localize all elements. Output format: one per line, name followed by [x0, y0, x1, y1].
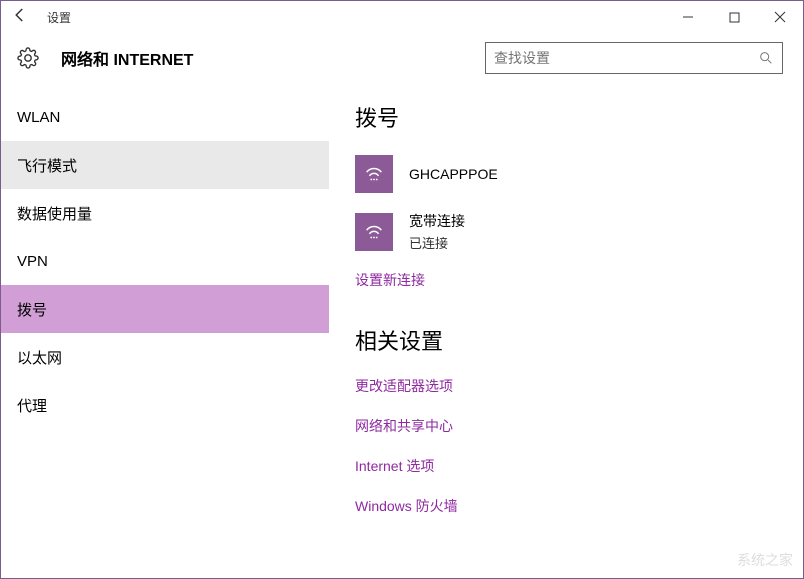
gear-icon — [17, 47, 39, 69]
sidebar: WLAN 飞行模式 数据使用量 VPN 拨号 以太网 代理 — [1, 83, 329, 578]
sidebar-item-label: 飞行模式 — [17, 155, 77, 176]
window-controls — [665, 1, 803, 33]
connection-text: 宽带连接 已连接 — [409, 211, 465, 252]
section-heading-related: 相关设置 — [355, 324, 783, 356]
connection-item[interactable]: GHCAPPPOE — [355, 155, 783, 193]
main-panel: 拨号 GHCAPPPOE 宽带连接 已连接 设置新连接 相关设置 — [329, 83, 803, 578]
back-button[interactable] — [11, 6, 41, 29]
sidebar-item-datausage[interactable]: 数据使用量 — [1, 189, 329, 237]
close-icon — [774, 11, 786, 23]
related-link-internet-options[interactable]: Internet 选项 — [355, 456, 783, 476]
connection-name: 宽带连接 — [409, 211, 465, 231]
maximize-icon — [729, 12, 740, 23]
arrow-left-icon — [11, 6, 29, 24]
titlebar: 设置 — [1, 1, 803, 33]
dialup-icon — [355, 155, 393, 193]
sidebar-item-vpn[interactable]: VPN — [1, 237, 329, 285]
new-connection-link[interactable]: 设置新连接 — [355, 270, 783, 290]
close-button[interactable] — [757, 1, 803, 33]
search-icon — [758, 50, 774, 66]
sidebar-item-label: WLAN — [17, 109, 60, 126]
sidebar-item-wlan[interactable]: WLAN — [1, 93, 329, 141]
related-link-firewall[interactable]: Windows 防火墙 — [355, 496, 783, 516]
minimize-icon — [682, 11, 694, 23]
sidebar-item-label: 拨号 — [17, 299, 47, 320]
sidebar-item-airplane[interactable]: 飞行模式 — [1, 141, 329, 189]
dialup-icon — [355, 213, 393, 251]
sidebar-item-label: 以太网 — [17, 347, 62, 368]
connection-text: GHCAPPPOE — [409, 166, 498, 182]
search-box[interactable] — [485, 42, 783, 74]
sidebar-item-dialup[interactable]: 拨号 — [1, 285, 329, 333]
connection-name: GHCAPPPOE — [409, 166, 498, 182]
window-title: 设置 — [47, 9, 71, 26]
connection-status: 已连接 — [409, 233, 465, 252]
sidebar-item-label: VPN — [17, 253, 48, 270]
sidebar-item-label: 数据使用量 — [17, 203, 92, 224]
sidebar-item-label: 代理 — [17, 395, 47, 416]
search-input[interactable] — [494, 50, 758, 66]
content-area: WLAN 飞行模式 数据使用量 VPN 拨号 以太网 代理 拨号 GHCAPPP… — [1, 83, 803, 578]
header: 网络和 INTERNET — [1, 33, 803, 83]
maximize-button[interactable] — [711, 1, 757, 33]
connection-item[interactable]: 宽带连接 已连接 — [355, 211, 783, 252]
related-link-sharing[interactable]: 网络和共享中心 — [355, 416, 783, 436]
sidebar-item-proxy[interactable]: 代理 — [1, 381, 329, 429]
related-link-adapter[interactable]: 更改适配器选项 — [355, 376, 783, 396]
page-title: 网络和 INTERNET — [61, 46, 193, 70]
minimize-button[interactable] — [665, 1, 711, 33]
section-heading-dialup: 拨号 — [355, 101, 783, 133]
sidebar-item-ethernet[interactable]: 以太网 — [1, 333, 329, 381]
